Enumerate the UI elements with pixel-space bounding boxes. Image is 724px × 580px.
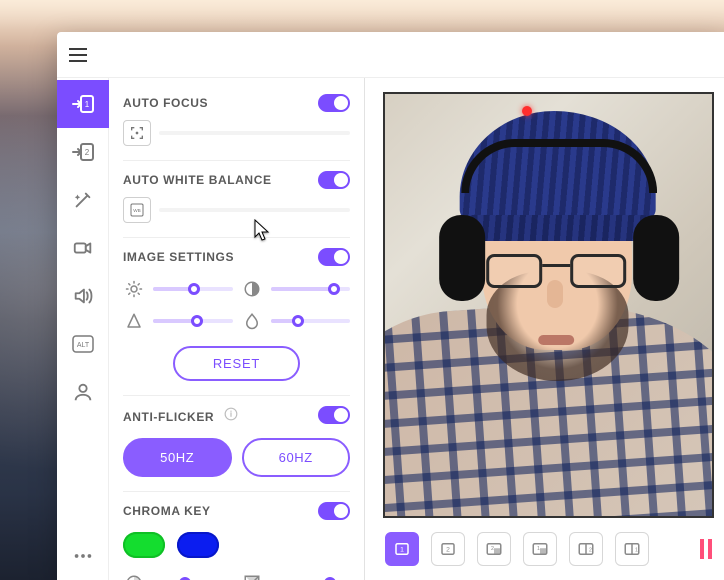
preview-scene — [385, 94, 712, 516]
alt-key-label: ALT — [76, 342, 89, 349]
hue-icon — [123, 574, 145, 580]
camera-icon — [72, 237, 94, 259]
svg-text:1: 1 — [537, 546, 540, 552]
app-window: 1 2 — [57, 32, 724, 580]
rail-input-2[interactable]: 2 — [57, 128, 109, 176]
svg-text:2: 2 — [446, 546, 450, 553]
svg-text:1: 1 — [84, 100, 89, 109]
saturation-slider[interactable] — [271, 319, 351, 323]
menu-hamburger-icon[interactable] — [69, 41, 97, 69]
layout-split2-icon: 2 — [577, 540, 595, 558]
chroma-color-green[interactable] — [123, 532, 165, 558]
wb-preset-button[interactable]: WB — [123, 197, 151, 223]
awb-section: AUTO WHITE BALANCE WB — [123, 161, 350, 238]
more-icon — [72, 545, 94, 567]
sharpness-icon — [123, 312, 145, 330]
layout-pip-1-button[interactable]: 1 — [523, 532, 557, 566]
flicker-60hz-button[interactable]: 60HZ — [242, 438, 351, 477]
layout-split-2-button[interactable]: 2 — [569, 532, 603, 566]
auto-focus-title: AUTO FOCUS — [123, 96, 208, 110]
layout-pip2-icon: 2 — [485, 540, 503, 558]
reset-button[interactable]: RESET — [173, 346, 300, 381]
layout-split-1-button[interactable]: 1 — [615, 532, 649, 566]
auto-focus-section: AUTO FOCUS — [123, 84, 350, 161]
auto-focus-toggle[interactable] — [318, 94, 350, 112]
chroma-key-title: CHROMA KEY — [123, 504, 211, 518]
rail-effects[interactable] — [57, 176, 109, 224]
anti-flicker-section: ANTI-FLICKER 50HZ 60HZ — [123, 396, 350, 492]
anti-flicker-toggle[interactable] — [318, 406, 350, 424]
rail-audio[interactable] — [57, 272, 109, 320]
rail-more[interactable] — [57, 532, 109, 580]
input-2-icon: 2 — [71, 140, 95, 164]
layout-split1-icon: 1 — [623, 540, 641, 558]
left-rail: 1 2 — [57, 78, 109, 580]
layout-1-button[interactable]: 1 — [385, 532, 419, 566]
pause-button[interactable] — [700, 539, 712, 559]
svg-text:2: 2 — [589, 547, 592, 553]
rail-video[interactable] — [57, 224, 109, 272]
image-settings-title: IMAGE SETTINGS — [123, 250, 234, 264]
tolerance-icon — [241, 574, 263, 580]
image-settings-toggle[interactable] — [318, 248, 350, 266]
svg-text:1: 1 — [400, 546, 404, 553]
layout-single2-icon: 2 — [439, 540, 457, 558]
awb-toggle[interactable] — [318, 171, 350, 189]
svg-text:2: 2 — [84, 148, 89, 157]
speaker-icon — [72, 285, 94, 307]
camera-settings-panel[interactable]: AUTO FOCUS AUTO WHITE BALANCE — [109, 78, 365, 580]
rail-profile[interactable] — [57, 368, 109, 416]
layout-single-icon: 1 — [393, 540, 411, 558]
brightness-icon — [123, 280, 145, 298]
focus-slider[interactable] — [159, 131, 350, 135]
svg-text:1: 1 — [635, 547, 638, 553]
chroma-color-blue[interactable] — [177, 532, 219, 558]
rail-input-1[interactable]: 1 — [57, 80, 109, 128]
wb-icon: WB — [129, 202, 145, 218]
title-bar — [57, 32, 724, 78]
focus-target-icon — [129, 125, 145, 141]
anti-flicker-title: ANTI-FLICKER — [123, 410, 214, 424]
info-icon[interactable] — [224, 407, 238, 421]
layout-2-button[interactable]: 2 — [431, 532, 465, 566]
rail-alt[interactable]: ALT — [57, 320, 109, 368]
image-settings-section: IMAGE SETTINGS — [123, 238, 350, 396]
chroma-key-toggle[interactable] — [318, 502, 350, 520]
layout-pip-2-button[interactable]: 2 — [477, 532, 511, 566]
flicker-50hz-button[interactable]: 50HZ — [123, 438, 232, 477]
focus-target-button[interactable] — [123, 120, 151, 146]
chroma-key-section: CHROMA KEY — [123, 492, 350, 580]
contrast-icon — [241, 280, 263, 298]
brightness-slider[interactable] — [153, 287, 233, 291]
contrast-slider[interactable] — [271, 287, 351, 291]
wb-slider[interactable] — [159, 208, 350, 212]
magic-wand-icon — [72, 189, 94, 211]
saturation-icon — [241, 312, 263, 330]
video-preview[interactable] — [383, 92, 714, 518]
sharpness-slider[interactable] — [153, 319, 233, 323]
input-1-icon: 1 — [71, 92, 95, 116]
svg-text:2: 2 — [491, 546, 494, 552]
preview-pane: 1 2 2 1 2 1 — [365, 78, 724, 580]
user-icon — [72, 381, 94, 403]
layout-toolbar: 1 2 2 1 2 1 — [383, 518, 714, 566]
alt-key-icon: ALT — [71, 334, 95, 354]
svg-text:WB: WB — [133, 208, 141, 213]
awb-title: AUTO WHITE BALANCE — [123, 173, 272, 187]
layout-pip1-icon: 1 — [531, 540, 549, 558]
